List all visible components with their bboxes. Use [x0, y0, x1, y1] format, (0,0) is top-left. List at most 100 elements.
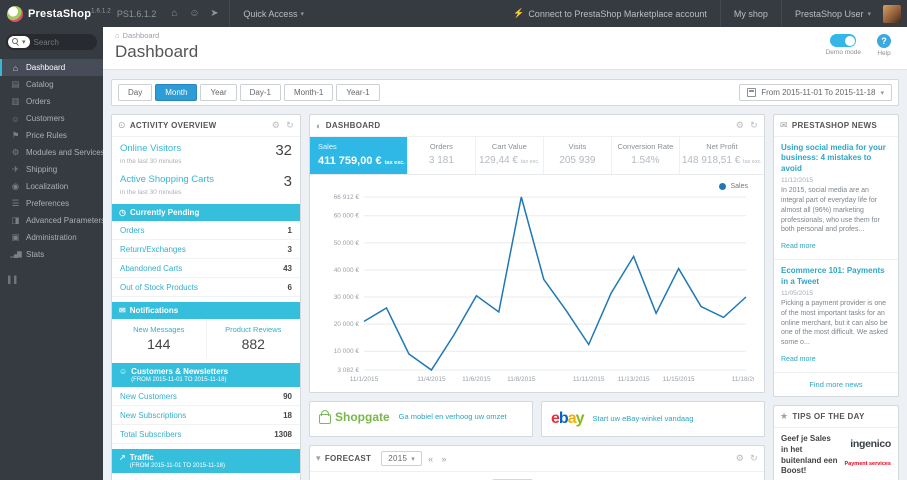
- user-avatar[interactable]: [883, 4, 901, 23]
- sidebar-item-catalog[interactable]: ▤ Catalog: [0, 76, 103, 93]
- gear-icon[interactable]: ⚙: [272, 120, 280, 131]
- sidebar-item-price-rules[interactable]: ⚑ Price Rules: [0, 127, 103, 144]
- sidebar-item-dashboard[interactable]: ⌂ Dashboard: [0, 59, 103, 76]
- sidebar-item-customers[interactable]: ☺ Customers: [0, 110, 103, 127]
- gear-icon[interactable]: ⚙: [736, 120, 744, 131]
- ebay-promo-link[interactable]: Start uw eBay-winkel vandaag: [593, 414, 694, 424]
- marketplace-link[interactable]: ⚡ Connect to PrestaShop Marketplace acco…: [505, 0, 715, 27]
- activity-overview-panel: ⊙ ACTIVITY OVERVIEW ⚙ ↻ Online Visitors …: [111, 114, 301, 480]
- chevron-down-icon: ▾: [880, 89, 884, 97]
- product-reviews-cell[interactable]: Product Reviews 882: [207, 319, 301, 358]
- user-menu[interactable]: PrestaShop User ▾: [787, 0, 879, 27]
- plug-icon: ⚡: [513, 8, 525, 18]
- tips-head: Geef je Sales in het buitenland een Boos…: [781, 434, 891, 477]
- right-column: ✉ PRESTASHOP NEWS Using social media for…: [773, 114, 899, 480]
- date-range-picker[interactable]: From 2015-11-01 To 2015-11-18 ▾: [739, 84, 892, 101]
- breadcrumb-label[interactable]: Dashboard: [123, 31, 160, 40]
- refresh-icon[interactable]: ↻: [750, 120, 758, 131]
- kpi-orders[interactable]: Orders 3 181: [408, 137, 476, 174]
- range-button-month[interactable]: Month: [155, 84, 198, 101]
- ebay-promo-panel: ebay Start uw eBay-winkel vandaag: [541, 401, 765, 437]
- sidebar-item-preferences[interactable]: ☰ Preferences: [0, 195, 103, 212]
- sidebar-item-orders[interactable]: ▥ Orders: [0, 93, 103, 110]
- row-value: 90: [283, 391, 292, 401]
- forecast-year-select[interactable]: 2015 ▾: [381, 451, 423, 466]
- chart-legend[interactable]: Sales: [719, 183, 748, 190]
- help-icon[interactable]: ?: [877, 34, 891, 48]
- refresh-icon[interactable]: ↻: [286, 120, 294, 131]
- range-button-day-1[interactable]: Day-1: [239, 84, 281, 101]
- chart-up-icon: ↗: [119, 453, 126, 462]
- sidebar-item-modules[interactable]: ⚙ Modules and Services: [0, 144, 103, 161]
- home-icon: ⌂: [115, 31, 120, 40]
- active-carts-label[interactable]: Active Shopping Carts: [120, 174, 284, 185]
- chevron-down-icon: ▾: [867, 10, 871, 18]
- ebay-promo: ebay Start uw eBay-winkel vandaag: [542, 402, 764, 436]
- kpi-conversion-rate[interactable]: Conversion Rate 1.54%: [612, 137, 680, 174]
- sidebar-item-advanced-parameters[interactable]: ◨ Advanced Parameters: [0, 212, 103, 229]
- my-shop-link[interactable]: My shop: [726, 0, 776, 27]
- notifications-header: ✉ Notifications: [112, 302, 300, 319]
- sidebar-item-shipping[interactable]: ✈ Shipping: [0, 161, 103, 178]
- demo-mode-toggle[interactable]: [830, 34, 857, 47]
- sidebar-item-administration[interactable]: ▣ Administration: [0, 229, 103, 246]
- kpi-sales[interactable]: Sales 411 759,00 € tax exc.: [310, 137, 408, 174]
- news-article-title[interactable]: Ecommerce 101: Payments in a Tweet: [781, 266, 891, 287]
- store-icon[interactable]: ⌂: [164, 8, 184, 19]
- range-button-month-1[interactable]: Month-1: [283, 84, 334, 101]
- search-input[interactable]: [33, 37, 86, 47]
- kpi-net-profit[interactable]: Net Profit 148 918,51 € tax exc.: [680, 137, 764, 174]
- news-article-title[interactable]: Using social media for your business: 4 …: [781, 143, 891, 174]
- middle-column: ◐ DASHBOARD ⚙ ↻ Sales 411 759,00 € tax e…: [309, 114, 765, 480]
- tips-panel-header: ★ TIPS OF THE DAY: [774, 406, 898, 428]
- shopgate-promo-link[interactable]: Ga mobiel en verhoog uw omzet: [399, 412, 507, 422]
- refresh-icon[interactable]: ↻: [750, 453, 758, 464]
- search-scope-button[interactable]: ▾: [8, 36, 30, 48]
- sidebar-item-stats[interactable]: ▁▄▇ Stats: [0, 246, 103, 263]
- row-label: Abandoned Carts: [120, 263, 183, 273]
- active-carts-value: 3: [283, 173, 292, 190]
- mail-icon: ✉: [780, 120, 788, 130]
- sidebar-item-localization[interactable]: ◉ Localization: [0, 178, 103, 195]
- sidebar-item-label: Administration: [26, 233, 77, 242]
- tips-heading: Geef je Sales in het buitenland een Boos…: [781, 433, 838, 476]
- row-new-customers[interactable]: New Customers 90: [112, 387, 300, 406]
- search-icon: [12, 38, 20, 46]
- gear-icon[interactable]: ⚙: [736, 453, 744, 464]
- pending-row-out-of-stock[interactable]: Out of Stock Products 6: [112, 278, 300, 297]
- content: Day Month Year Day-1 Month-1 Year-1 From…: [103, 70, 907, 480]
- kpi-cart-value[interactable]: Cart Value 129,44 € tax exc.: [476, 137, 544, 174]
- kpi-value-text: 411 759,00 €: [318, 155, 382, 167]
- kpi-visits[interactable]: Visits 205 939: [544, 137, 612, 174]
- pending-row-abandoned-carts[interactable]: Abandoned Carts 43: [112, 259, 300, 278]
- range-button-year[interactable]: Year: [200, 84, 237, 101]
- topbar-separator: [780, 0, 782, 27]
- online-visitors-label[interactable]: Online Visitors: [120, 143, 275, 154]
- read-more-link[interactable]: Read more: [781, 243, 816, 250]
- rocket-icon[interactable]: ➤: [204, 8, 224, 19]
- google-analytics-link[interactable]: ∞ Link to your Google Analytics account: [112, 473, 300, 480]
- find-more-news-link[interactable]: Find more news: [774, 373, 898, 396]
- read-more-link[interactable]: Read more: [781, 356, 816, 363]
- quick-access-menu[interactable]: Quick Access ▾: [235, 0, 312, 27]
- pending-row-returns[interactable]: Return/Exchanges 3: [112, 240, 300, 259]
- sidebar-item-label: Modules and Services: [26, 148, 103, 157]
- sidebar: ▾ ⌂ Dashboard ▤ Catalog ▥ Orders ☺ Custo…: [0, 27, 103, 480]
- cell-label: New Messages: [133, 325, 185, 334]
- kpi-label: Conversion Rate: [617, 142, 674, 151]
- stats-icon: ▁▄▇: [10, 252, 21, 258]
- collapse-menu-icon[interactable]: ▌▌: [8, 277, 103, 284]
- row-total-subscribers[interactable]: Total Subscribers 1308: [112, 425, 300, 444]
- row-new-subscriptions[interactable]: New Subscriptions 18: [112, 406, 300, 425]
- range-button-year-1[interactable]: Year-1: [336, 84, 380, 101]
- row-value: 3: [287, 244, 292, 254]
- news-panel-header: ✉ PRESTASHOP NEWS: [774, 115, 898, 137]
- kpi-value-text: 148 918,51 €: [681, 155, 741, 166]
- new-messages-cell[interactable]: New Messages 144: [112, 319, 207, 358]
- forecast-next-button[interactable]: »: [439, 454, 448, 464]
- range-button-day[interactable]: Day: [118, 84, 153, 101]
- forecast-prev-button[interactable]: «: [426, 454, 435, 464]
- pending-row-orders[interactable]: Orders 1: [112, 221, 300, 240]
- people-icon[interactable]: ☺: [184, 8, 204, 19]
- row-label: Out of Stock Products: [120, 282, 198, 292]
